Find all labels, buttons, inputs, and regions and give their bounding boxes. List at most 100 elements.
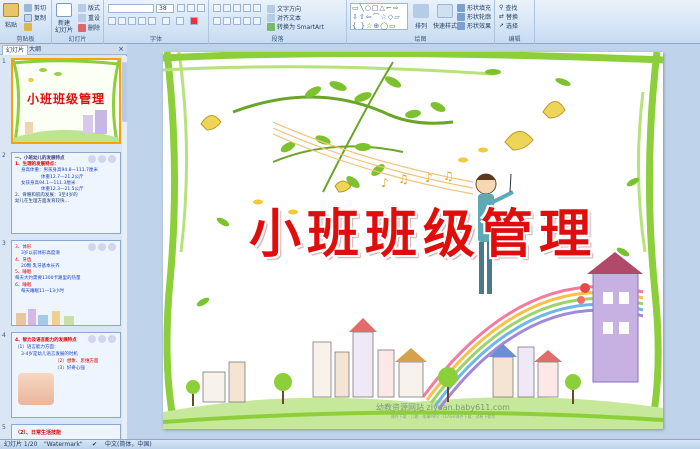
quick-styles-icon	[437, 4, 453, 18]
shapes-gallery[interactable]: ▭╲○□△⌐⇨ ⇩⇧⇦⌒☆◇▱{ }☆⊕◯▭	[350, 3, 408, 30]
paragraph-label: 段落	[271, 36, 284, 43]
effects-icon	[457, 21, 465, 30]
new-slide-button[interactable]: 新建 幻灯片	[55, 3, 73, 34]
slide-footer-sub: 课件下载 · 儿歌 · 故事MP3 · FLASH课件下载 · 试卷下载等	[390, 414, 496, 419]
copy-icon	[24, 13, 32, 22]
scrollbar-thumb[interactable]	[122, 62, 127, 122]
ribbon: 粘贴 剪切 复制 剪贴板 新建 幻灯片 版式 重设 删除 幻灯片 38 字体 文…	[0, 0, 700, 44]
slide-title[interactable]: 小班班级管理	[223, 192, 623, 267]
clipboard-label: 剪贴板	[16, 36, 35, 43]
shape-fill-button[interactable]: 形状填充	[457, 3, 491, 12]
columns-button[interactable]	[253, 17, 261, 25]
tab-slides[interactable]: 幻灯片	[2, 45, 29, 55]
char-spacing-button[interactable]	[162, 17, 170, 25]
thumbnail-number: 3	[2, 240, 6, 247]
thumb-line: 幼儿在生理方面发育较快…	[15, 199, 69, 205]
clear-format-button[interactable]	[197, 4, 205, 12]
decrease-indent-button[interactable]	[233, 4, 241, 12]
align-left-button[interactable]	[213, 17, 221, 25]
status-slide-info: 幻灯片 1/20	[4, 441, 38, 448]
quick-styles-button[interactable]: 快速样式	[433, 4, 457, 30]
bold-button[interactable]	[108, 17, 116, 25]
replace-icon: ⇄	[499, 13, 505, 20]
thumbnail-1[interactable]: 小班班级管理	[11, 58, 121, 144]
line-spacing-button[interactable]	[253, 4, 261, 12]
copy-button[interactable]: 复制	[24, 13, 46, 22]
thumbnail-row-5[interactable]: 5 （2）、日常生活技能	[0, 424, 122, 439]
align-text-button[interactable]: 对齐文本	[267, 13, 301, 22]
smartart-icon	[267, 22, 275, 31]
slides-label: 幻灯片	[68, 36, 87, 43]
slide-canvas: ♪ ♫ ♪ ♫ 小班班级管理 幼教资源网站 ziyuan.baby611.com…	[128, 44, 700, 439]
thumbnail-2[interactable]: 一、小班幼儿的发展特点 1、生理的发展特点： 身高体重：男孩身高94.8—111…	[11, 152, 121, 234]
shape-outline-button[interactable]: 形状轮廓	[457, 12, 491, 21]
italic-button[interactable]	[118, 17, 126, 25]
replace-button[interactable]: ⇄ 替换	[499, 12, 518, 21]
decor-circles	[86, 243, 116, 253]
align-text-icon	[267, 13, 275, 22]
thumbnail-number: 5	[2, 424, 6, 431]
text-direction-icon	[267, 4, 275, 13]
shape-effects-button[interactable]: 形状效果	[457, 21, 491, 30]
slide-footer-watermark: 幼教资源网站 ziyuan.baby611.com	[376, 403, 510, 412]
new-slide-icon	[56, 3, 72, 17]
justify-button[interactable]	[243, 17, 251, 25]
cut-button[interactable]: 剪切	[24, 3, 46, 12]
numbering-button[interactable]	[223, 4, 231, 12]
shrink-font-button[interactable]	[187, 4, 195, 12]
select-icon: ➚	[499, 22, 505, 29]
thumbnail-row-4[interactable]: 4 4、智力及语言能力的发展特点 （1）语言能力方面： 3-4岁是幼儿语言发展的…	[0, 332, 122, 420]
thumb-line: （1）语言能力方面：	[15, 345, 59, 350]
thumbnail-5[interactable]: （2）、日常生活技能	[11, 424, 121, 439]
arrange-button[interactable]: 排列	[413, 4, 429, 30]
close-icon[interactable]: ×	[118, 45, 124, 53]
reset-button[interactable]: 重设	[78, 13, 100, 22]
thumb-line: 每天大约需要1300卡路里的热量	[15, 276, 81, 282]
tab-outline[interactable]: 大纲	[26, 45, 44, 55]
thumbnail-3[interactable]: 3、体形 3岁以前体形高度滑 4、牙齿 20颗 乳牙基本长齐 5、睡眠 每天大约…	[11, 240, 121, 326]
change-case-button[interactable]	[176, 17, 184, 25]
thumbnail-3-houses	[16, 309, 74, 325]
align-right-button[interactable]	[233, 17, 241, 25]
editing-label: 编辑	[508, 36, 521, 43]
thumb-line: （2）想象、思维方面	[55, 359, 99, 364]
paste-button[interactable]: 粘贴	[3, 3, 19, 29]
font-label: 字体	[149, 36, 162, 43]
thumbnail-row-3[interactable]: 3 3、体形 3岁以前体形高度滑 4、牙齿 20颗 乳牙基本长齐 5、睡眠 每天…	[0, 240, 122, 328]
drawing-label: 绘图	[414, 36, 427, 43]
align-center-button[interactable]	[223, 17, 231, 25]
bullets-button[interactable]	[213, 4, 221, 12]
grow-font-button[interactable]	[177, 4, 185, 12]
thumbnail-4[interactable]: 4、智力及语言能力的发展特点 （1）语言能力方面： 3-4岁是幼儿语言发展的时机…	[11, 332, 121, 418]
underline-button[interactable]	[128, 17, 136, 25]
smartart-button[interactable]: 转换为 SmartArt	[267, 22, 324, 31]
paragraph-group: 文字方向 对齐文本 转换为 SmartArt 段落	[209, 0, 347, 44]
slides-pane: 幻灯片 大纲 × 1 小班班级管理 2 一、小班幼儿的发展特点 1、生理的发展特…	[0, 44, 127, 439]
text-direction-button[interactable]: 文字方向	[267, 4, 301, 13]
thumb-line: 3-4岁是幼儿语言发展的时机	[21, 352, 78, 357]
slide-1[interactable]: ♪ ♫ ♪ ♫ 小班班级管理 幼教资源网站 ziyuan.baby611.com…	[163, 52, 663, 429]
thumb-line: 4、智力及语言能力的发展特点	[15, 338, 77, 343]
format-painter-button[interactable]	[24, 23, 32, 31]
shadow-button[interactable]	[148, 17, 156, 25]
pane-scrollbar[interactable]	[122, 56, 127, 439]
delete-button[interactable]: 删除	[78, 23, 100, 32]
find-button[interactable]: ⚲ 查找	[499, 3, 517, 12]
font-color-button[interactable]	[190, 17, 198, 25]
spellcheck-icon[interactable]: ✔	[92, 440, 97, 449]
thumb-line: 身高体重：男孩身高94.8—111.7厘米	[21, 168, 98, 174]
strikethrough-button[interactable]	[138, 17, 146, 25]
pane-tabs: 幻灯片 大纲 ×	[0, 44, 127, 55]
layout-button[interactable]: 版式	[78, 3, 100, 12]
fill-icon	[457, 3, 465, 12]
increase-indent-button[interactable]	[243, 4, 251, 12]
editing-group: ⚲ 查找 ⇄ 替换 ➚ 选择 编辑	[495, 0, 535, 44]
slides-group: 新建 幻灯片 版式 重设 删除 幻灯片	[52, 0, 104, 44]
drawing-group: ▭╲○□△⌐⇨ ⇩⇧⇦⌒☆◇▱{ }☆⊕◯▭ 排列 快速样式 形状填充 形状轮廓 …	[347, 0, 495, 44]
select-button[interactable]: ➚ 选择	[499, 21, 518, 30]
thumbnail-row-1[interactable]: 1 小班班级管理	[0, 58, 122, 146]
thumbnail-row-2[interactable]: 2 一、小班幼儿的发展特点 1、生理的发展特点： 身高体重：男孩身高94.8—1…	[0, 152, 122, 236]
scissors-icon	[24, 3, 32, 12]
font-name-combo[interactable]	[108, 4, 154, 13]
font-size-combo[interactable]: 38	[156, 4, 174, 13]
